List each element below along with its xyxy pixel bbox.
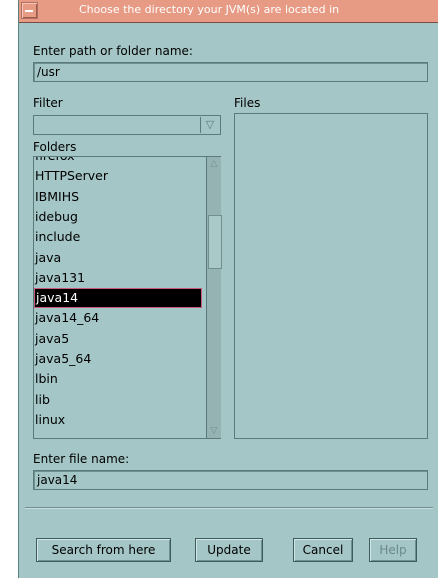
folder-list-item[interactable]: java131 xyxy=(34,268,202,288)
update-button[interactable]: Update xyxy=(195,538,263,562)
folder-list-item[interactable]: idebug xyxy=(34,207,202,227)
folder-list-item[interactable]: java xyxy=(34,248,202,268)
folders-list[interactable]: firefoxHTTPServerIBMIHSidebugincludejava… xyxy=(33,156,221,439)
folder-list-item[interactable]: java5_64 xyxy=(34,349,202,369)
folder-list-item[interactable]: java14 xyxy=(34,288,202,309)
help-button[interactable]: Help xyxy=(369,538,417,562)
folder-list-item[interactable]: firefox xyxy=(34,157,202,166)
folder-list-item[interactable]: lbin xyxy=(34,369,202,389)
window-title: Choose the directory your JVM(s) are loc… xyxy=(79,3,340,16)
scroll-down-icon[interactable]: ▽ xyxy=(208,425,220,437)
folder-list-item[interactable]: java14_64 xyxy=(34,308,202,328)
title-bar[interactable]: Choose the directory your JVM(s) are loc… xyxy=(19,0,438,23)
path-input[interactable]: /usr xyxy=(33,62,428,82)
filter-label: Filter xyxy=(33,96,63,110)
directory-chooser-dialog: Choose the directory your JVM(s) are loc… xyxy=(18,0,438,578)
chevron-down-icon[interactable]: ▽ xyxy=(200,117,219,133)
folder-list-item[interactable]: IBMIHS xyxy=(34,187,202,207)
folder-list-item[interactable]: lib xyxy=(34,390,202,410)
folders-scrollbar[interactable]: △ ▽ xyxy=(206,157,222,438)
path-label: Enter path or folder name: xyxy=(33,44,193,58)
window-menu-button[interactable] xyxy=(21,2,38,19)
scroll-up-icon[interactable]: △ xyxy=(208,158,220,170)
files-list[interactable] xyxy=(234,113,428,439)
search-from-here-button[interactable]: Search from here xyxy=(36,538,171,562)
cancel-button[interactable]: Cancel xyxy=(293,538,353,562)
separator xyxy=(25,507,433,509)
files-label: Files xyxy=(234,96,261,110)
folder-list-item[interactable]: java5 xyxy=(34,329,202,349)
folders-label: Folders xyxy=(33,140,77,154)
filter-combobox[interactable]: ▽ xyxy=(33,115,221,135)
file-name-label: Enter file name: xyxy=(33,452,130,466)
file-name-input[interactable]: java14 xyxy=(33,470,428,490)
folder-list-item[interactable]: linux xyxy=(34,410,202,430)
folder-list-item[interactable]: include xyxy=(34,227,202,247)
scrollbar-thumb[interactable] xyxy=(208,215,222,269)
folder-list-item[interactable]: HTTPServer xyxy=(34,166,202,186)
